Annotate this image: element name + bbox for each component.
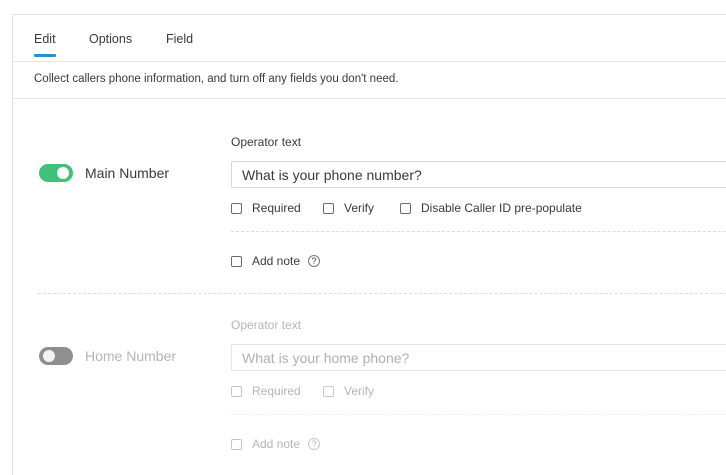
question-circle-icon[interactable]: ? [308,255,321,267]
disable-caller-id-label: Disable Caller ID pre-populate [421,201,582,215]
verify-label: Verify [344,384,375,398]
operator-text-label: Operator text [231,318,302,332]
verify-checkbox[interactable]: Verify [323,384,374,398]
add-note-checkbox[interactable]: Add note ? [231,254,321,268]
phone-fields-panel: Edit Options Field Collect callers phone… [12,14,726,475]
checkbox-box [231,202,242,214]
add-note-checkbox[interactable]: Add note ? [231,437,321,451]
main-number-toggle[interactable] [39,164,73,182]
question-circle-icon[interactable]: ? [308,438,321,450]
tab-bar: Edit Options Field [13,15,726,61]
tab-field[interactable]: Field [166,32,193,46]
checkbox-box [323,202,334,214]
description-text: Collect callers phone information, and t… [34,73,399,85]
home-number-label: Home Number [85,348,177,364]
checkbox-box [323,385,334,397]
home-number-operator-input[interactable] [231,344,726,371]
home-number-toggle[interactable] [39,347,73,365]
verify-checkbox[interactable]: Verify [323,201,374,215]
main-number-operator-input[interactable] [231,161,726,188]
checkbox-box [231,255,242,267]
required-checkbox[interactable]: Required [231,201,301,215]
add-note-label: Add note [252,254,301,268]
toggle-knob [43,350,55,362]
field-divider [231,231,726,232]
checkbox-box [400,202,411,214]
section-divider [38,293,726,294]
main-number-label: Main Number [85,165,170,181]
verify-label: Verify [344,201,375,215]
operator-text-label: Operator text [231,135,302,149]
checkbox-box [231,385,242,397]
required-label: Required [252,201,301,215]
add-note-label: Add note [252,437,301,451]
checkbox-box [231,438,242,450]
description-bar: Collect callers phone information, and t… [13,61,726,99]
tab-options[interactable]: Options [89,32,132,46]
required-label: Required [252,384,301,398]
tab-edit[interactable]: Edit [34,32,56,57]
toggle-knob [57,167,69,179]
required-checkbox[interactable]: Required [231,384,301,398]
field-divider [231,414,726,415]
disable-caller-id-checkbox[interactable]: Disable Caller ID pre-populate [400,201,582,215]
